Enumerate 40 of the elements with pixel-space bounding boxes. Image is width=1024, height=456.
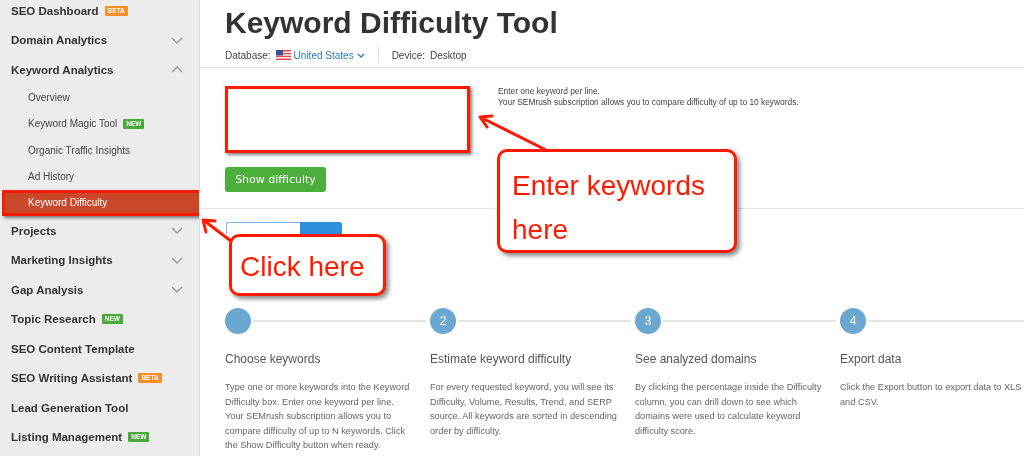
callout-note: Enter keywords here — [497, 149, 737, 253]
hint-text: Enter one keyword per line. — [498, 86, 601, 97]
database-dropdown[interactable]: United States — [275, 49, 365, 61]
chevron-up-icon[interactable] — [171, 66, 183, 74]
step-title: Choose keywords — [225, 352, 322, 366]
submenu-item[interactable]: Keyword Difficulty — [2, 189, 199, 216]
menu-item[interactable]: Marketing Insights — [0, 245, 199, 275]
field-label: Device: — [391, 49, 425, 61]
chevron-down-icon[interactable] — [171, 227, 183, 235]
step-description: Type one or more keywords into the Keyword Difficulty box. Enter one keyword per line. Your SEMrush subscription allows you to compare difficulty of up to N keywords. Click the Show Difficulty button when ready. — [225, 381, 411, 452]
step-title: See analyzed domains — [635, 352, 758, 366]
step-number: 2 — [430, 308, 456, 334]
step-title: Export data — [840, 352, 903, 366]
chevron-down-icon — [356, 52, 365, 58]
hint-text: Your SEMrush subscription allows you to compare difficulty of up to 10 keywords. — [498, 97, 799, 108]
chevron-down-icon[interactable] — [171, 256, 183, 264]
step-description: For every requested keyword, you will see its Difficulty, Volume, Results, Trend, and SERP source. All keywords are sorted in descending order by difficulty. — [430, 381, 617, 438]
menu-item[interactable]: Keyword Analytics — [0, 55, 199, 85]
flag-icon — [275, 50, 291, 60]
callout-note: Click here — [229, 234, 386, 296]
menu-item[interactable]: Domain Analytics — [0, 25, 199, 55]
step-description: Click the Export button to export data to XLS and CSV. — [840, 381, 1023, 409]
submenu-item[interactable]: Ad History — [0, 163, 199, 190]
chevron-down-icon[interactable] — [171, 36, 183, 44]
step-number: 3 — [635, 308, 661, 334]
field-label: Database: — [225, 49, 271, 61]
page-title: Keyword Difficulty Tool — [225, 5, 559, 41]
menu-item[interactable]: Gap Analysis — [0, 275, 199, 305]
chevron-down-icon[interactable] — [171, 286, 183, 294]
device-value: Desktop — [430, 49, 467, 61]
step-number: 4 — [840, 308, 866, 334]
step-number — [225, 308, 251, 334]
step-title: Estimate keyword difficulty — [430, 352, 573, 366]
submenu-item[interactable]: Overview — [0, 84, 199, 111]
menu-item[interactable]: Projects — [0, 216, 199, 246]
keyword-input[interactable] — [225, 86, 470, 153]
menu-item[interactable]: Lead Generation Tool — [0, 393, 199, 423]
menu-item[interactable]: SEO Content Template — [0, 334, 199, 364]
step-description: By clicking the percentage inside the Difficulty column, you can drill down to see which domains were used to calculate keyword difficulty score. — [635, 381, 822, 438]
submenu-item[interactable]: Organic Traffic Insights — [0, 137, 199, 164]
